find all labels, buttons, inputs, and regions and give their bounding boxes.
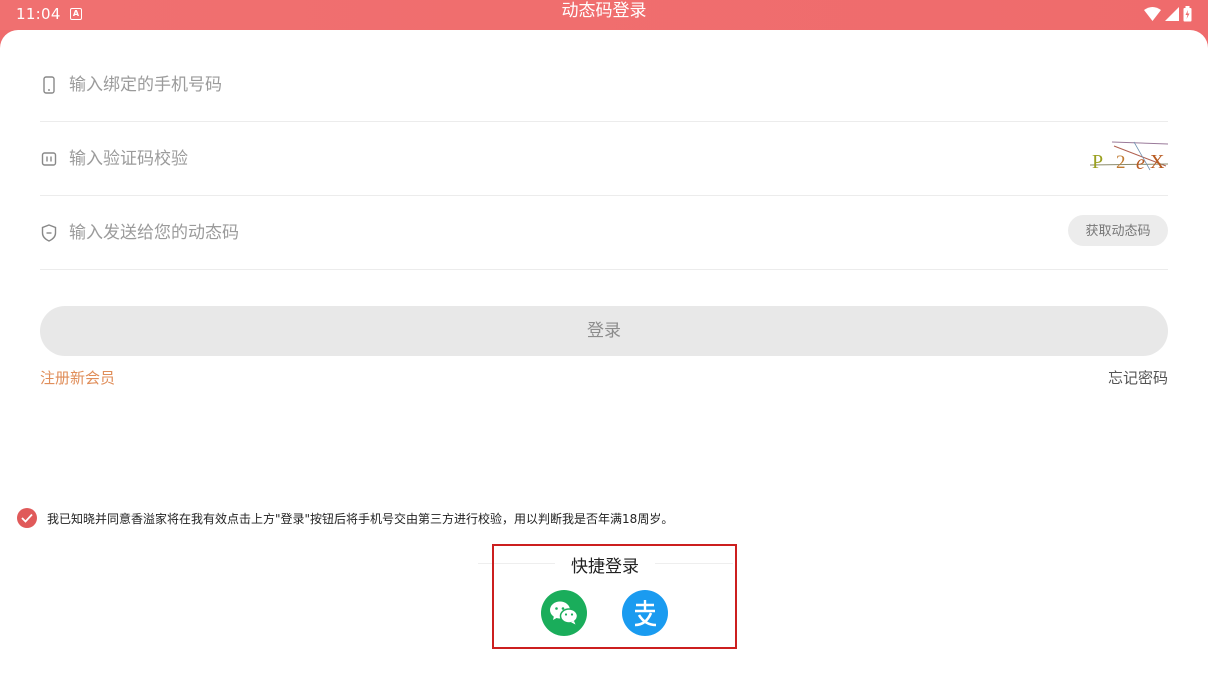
agreement: 我已知晓并同意香溢家将在我有效点击上方"登录"按钮后将手机号交由第三方进行校验，…	[17, 508, 673, 528]
dynamic-code-input[interactable]	[69, 218, 769, 248]
quick-login-highlight	[492, 544, 737, 649]
phone-row	[40, 48, 1168, 122]
svg-text:X: X	[1150, 151, 1165, 173]
agreement-text: 我已知晓并同意香溢家将在我有效点击上方"登录"按钮后将手机号交由第三方进行校验，…	[47, 511, 674, 526]
wifi-icon	[1144, 7, 1161, 21]
login-button[interactable]: 登录	[40, 306, 1168, 356]
shield-icon	[41, 224, 57, 242]
page-title: 动态码登录	[561, 1, 647, 21]
agreement-checkbox[interactable]	[17, 508, 37, 528]
system-icons	[1144, 6, 1192, 22]
svg-text:P: P	[1092, 151, 1103, 173]
phone-input[interactable]	[69, 70, 769, 100]
checkmark-icon	[21, 513, 33, 523]
forgot-password-link[interactable]: 忘记密码	[1108, 367, 1168, 388]
captcha-icon	[41, 152, 57, 166]
signal-icon	[1165, 7, 1179, 21]
code-row: 获取动态码	[40, 196, 1168, 270]
svg-text:2: 2	[1116, 152, 1126, 173]
captcha-image[interactable]: P 2 e X	[1090, 140, 1168, 174]
phone-icon	[43, 76, 55, 94]
register-link[interactable]: 注册新会员	[40, 367, 115, 388]
login-card: P 2 e X 获取动态码 登录 注册新会员 忘记密码 我已知晓并同意香溢家将在…	[0, 30, 1208, 679]
svg-text:e: e	[1136, 152, 1145, 174]
captcha-row: P 2 e X	[40, 122, 1168, 196]
get-code-button[interactable]: 获取动态码	[1068, 215, 1168, 246]
status-bar: 11:04 A 动态码登录	[0, 0, 1208, 30]
captcha-input[interactable]	[69, 144, 769, 174]
battery-icon	[1183, 6, 1192, 22]
